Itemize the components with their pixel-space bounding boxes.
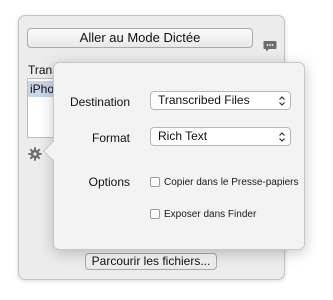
destination-value: Transcribed Files [158,93,250,107]
app-stage: Aller au Mode Dictée Trans iPho Parcouri… [0,0,333,300]
clipboard-option[interactable]: Copier dans le Presse-papiers [150,175,299,189]
format-value: Rich Text [158,129,208,143]
options-label: Options [88,175,130,189]
speech-bubble-icon[interactable] [263,40,277,52]
finder-option-label: Exposer dans Finder [164,208,257,220]
finder-checkbox[interactable] [150,209,160,219]
settings-popover: Destination Transcribed Files Format Ric… [43,62,305,250]
clipboard-checkbox[interactable] [150,177,160,187]
gear-icon[interactable] [28,147,42,161]
destination-select[interactable]: Transcribed Files [150,91,291,110]
browse-files-button[interactable]: Parcourir les fichiers... [85,253,217,270]
format-label: Format [91,131,130,145]
finder-option[interactable]: Exposer dans Finder [150,207,256,221]
destination-label: Destination [69,95,130,109]
format-select[interactable]: Rich Text [150,127,291,146]
clipboard-option-label: Copier dans le Presse-papiers [164,176,299,188]
dictation-mode-button[interactable]: Aller au Mode Dictée [27,28,253,48]
up-down-chevron-icon [279,96,285,106]
up-down-chevron-icon [279,132,285,142]
